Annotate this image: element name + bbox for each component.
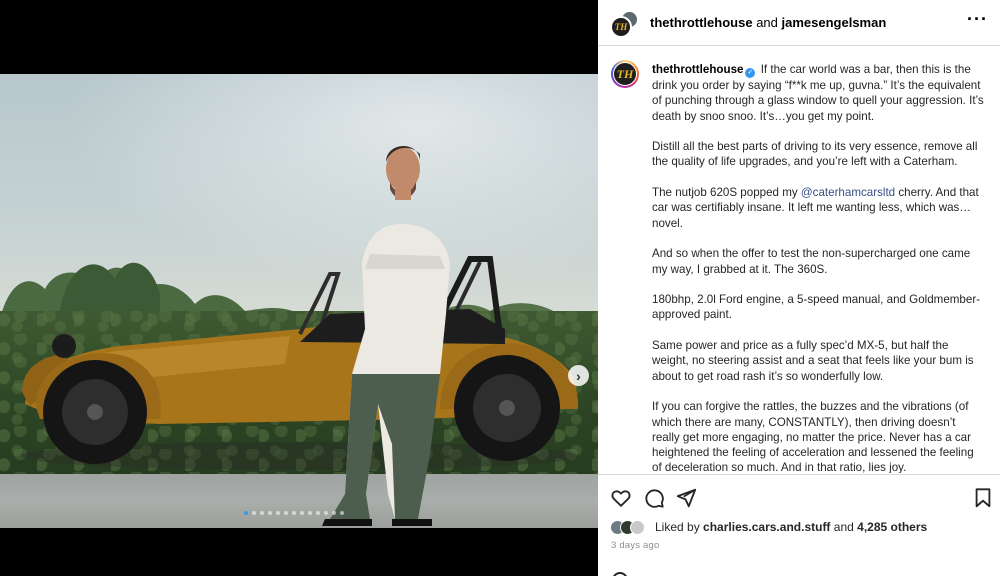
carousel-dot	[316, 511, 320, 515]
carousel-dot	[340, 511, 344, 515]
caption-paragraph: And so when the offer to test the non-su…	[652, 247, 971, 276]
liker-username-link[interactable]: charlies.cars.and.stuff	[703, 520, 830, 534]
post-panel: TH thethrottlehouse and jamesengelsman ·…	[598, 0, 1000, 576]
account-link-collab[interactable]: jamesengelsman	[782, 15, 887, 30]
carousel-dot	[292, 511, 296, 515]
caption-text: thethrottlehouse ✓ If the car world was a…	[652, 62, 984, 473]
post-timestamp[interactable]: 3 days ago	[611, 540, 659, 551]
caption-scroll-area[interactable]: TH thethrottlehouse ✓ If the car world wa…	[598, 47, 1000, 473]
carousel-dot	[308, 511, 312, 515]
avatar-monogram: TH	[616, 66, 634, 81]
account-link-primary[interactable]: thethrottlehouse	[650, 15, 753, 30]
likes-count-link[interactable]: 4,285 others	[857, 520, 927, 534]
collab-avatars[interactable]: TH	[610, 10, 640, 38]
chevron-right-icon: ›	[576, 367, 581, 384]
post-actions-bar: Liked by charlies.cars.and.stuff and 4,2…	[598, 474, 1000, 576]
carousel-indicator	[244, 511, 344, 515]
more-options-icon[interactable]: ···	[967, 10, 988, 28]
next-slide-button[interactable]: ›	[568, 365, 589, 386]
share-icon[interactable]	[675, 487, 697, 509]
post-photo[interactable]: ›	[0, 74, 598, 528]
liker-avatars[interactable]	[610, 520, 650, 536]
caption-paragraph: If you can forgive the rattles, the buzz…	[652, 400, 974, 473]
comment-icon[interactable]	[643, 487, 665, 509]
post-header: TH thethrottlehouse and jamesengelsman ·…	[598, 0, 1000, 46]
mention-link[interactable]: @caterhamcarsltd	[801, 186, 895, 199]
avatar-monogram: TH	[614, 22, 628, 32]
post-header-title: thethrottlehouse and jamesengelsman	[650, 15, 886, 30]
verified-badge-icon: ✓	[745, 68, 756, 78]
bookmark-icon[interactable]	[972, 487, 994, 509]
emoji-icon[interactable]	[612, 572, 628, 576]
car-and-person-illustration	[20, 145, 580, 526]
post-media[interactable]: ›	[0, 0, 598, 576]
carousel-dot	[332, 511, 336, 515]
caption-paragraph: Same power and price as a fully spec’d M…	[652, 339, 974, 383]
caption-avatar[interactable]: TH	[611, 60, 639, 88]
likes-prefix: Liked by	[655, 520, 700, 534]
caption-paragraph: Distill all the best parts of driving to…	[652, 140, 978, 169]
carousel-dot	[300, 511, 304, 515]
likes-and: and	[833, 520, 854, 534]
caption-username[interactable]: thethrottlehouse	[652, 63, 743, 76]
carousel-dot	[268, 511, 272, 515]
likes-summary: Liked by charlies.cars.and.stuff and 4,2…	[655, 520, 927, 534]
caption-paragraph: 180bhp, 2.0l Ford engine, a 5-speed manu…	[652, 293, 981, 322]
carousel-dot	[276, 511, 280, 515]
carousel-dot	[324, 511, 328, 515]
avatar-thethrottlehouse[interactable]: TH	[610, 16, 632, 38]
carousel-dot	[284, 511, 288, 515]
carousel-dot	[244, 511, 248, 515]
header-joiner: and	[756, 15, 778, 30]
carousel-dot	[252, 511, 256, 515]
heart-icon[interactable]	[610, 487, 632, 509]
carousel-dot	[260, 511, 264, 515]
caption-paragraph: The nutjob 620S popped my @caterhamcarsl…	[652, 186, 979, 230]
liker-avatar	[630, 520, 645, 535]
